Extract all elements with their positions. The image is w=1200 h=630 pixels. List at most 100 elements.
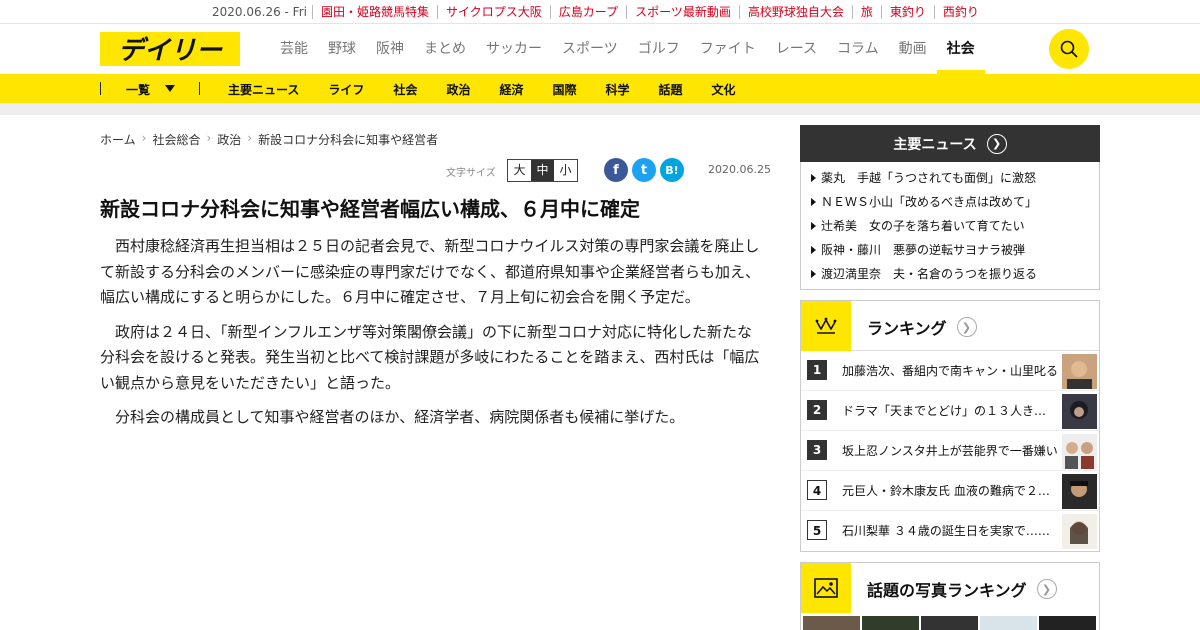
main-news-link[interactable]: 阪神・藤川 悪夢の逆転サヨナラ被弾 xyxy=(821,243,1025,257)
font-size-large-button[interactable]: 大 xyxy=(508,160,531,181)
article-paragraph: 分科会の構成員として知事や経営者のほか、経済学者、病院関係者も候補に挙げた。 xyxy=(115,408,685,426)
divider xyxy=(199,82,200,95)
breadcrumb: ホーム › 社会総合 › 政治 › 新設コロナ分科会に知事や経営者 xyxy=(100,131,438,148)
ranking-item-title[interactable]: 加藤浩次、番組内で南キャン・山里叱る xyxy=(842,362,1058,379)
triangle-right-icon xyxy=(811,174,816,182)
breadcrumb-item[interactable]: 政治 xyxy=(217,131,241,148)
triangle-right-icon xyxy=(811,246,816,254)
main-news-item[interactable]: ＮＥＷＳ小山「改めるべき点は改めて」 xyxy=(801,190,1099,214)
ranking-header[interactable]: ランキング ❯ xyxy=(801,301,1099,351)
search-icon xyxy=(1060,40,1078,58)
subnav-item[interactable]: 話題 xyxy=(659,81,683,98)
subnav-item[interactable]: 文化 xyxy=(712,81,736,98)
photo-thumbnail[interactable] xyxy=(1039,616,1096,630)
divider xyxy=(100,82,101,95)
top-link[interactable]: サイクロプス大阪 xyxy=(437,5,550,19)
chevron-down-icon[interactable] xyxy=(165,85,175,92)
main-news-link[interactable]: 渡辺満里奈 夫・名倉のうつを振り返る xyxy=(821,267,1037,281)
sub-nav-items: 主要ニュース ライフ 社会 政治 経済 国際 科学 話題 文化 xyxy=(228,81,765,98)
photo-thumbnail[interactable] xyxy=(980,616,1037,630)
nav-item-matome[interactable]: まとめ xyxy=(414,24,476,74)
article-paragraph: 政府は２４日、「新型インフルエンザ等対策閣僚会議」の下に新型コロナ対応に特化した… xyxy=(100,322,760,392)
subnav-item[interactable]: 経済 xyxy=(499,81,523,98)
main-news-item[interactable]: 渡辺満里奈 夫・名倉のうつを振り返る xyxy=(801,262,1099,286)
nav-item-golf[interactable]: ゴルフ xyxy=(628,24,690,74)
triangle-right-icon xyxy=(811,198,816,206)
main-news-item[interactable]: 薬丸 手越「うつされても面倒」に激怒 xyxy=(801,166,1099,190)
subnav-item[interactable]: 主要ニュース xyxy=(228,81,299,98)
photo-ranking-title[interactable]: 話題の写真ランキング xyxy=(867,577,1027,601)
top-link[interactable]: スポーツ最新動画 xyxy=(626,5,739,19)
subnav-item[interactable]: 国際 xyxy=(552,81,576,98)
nav-item-sports[interactable]: スポーツ xyxy=(552,24,628,74)
subnav-item[interactable]: 科学 xyxy=(605,81,629,98)
subnav-item[interactable]: ライフ xyxy=(328,81,364,98)
nav-item-soccer[interactable]: サッカー xyxy=(476,24,552,74)
ranking-item[interactable]: 3 坂上忍ノンスタ井上が芸能界で一番嫌い xyxy=(801,431,1099,471)
hatena-icon: B! xyxy=(665,163,679,177)
hatena-bookmark-button[interactable]: B! xyxy=(660,158,684,182)
main-news-item[interactable]: 阪神・藤川 悪夢の逆転サヨナラ被弾 xyxy=(801,238,1099,262)
nav-item-hanshin[interactable]: 阪神 xyxy=(366,24,414,74)
top-link[interactable]: 広島カープ xyxy=(549,5,626,19)
ranking-item[interactable]: 1 加藤浩次、番組内で南キャン・山里叱る xyxy=(801,351,1099,391)
main-news-link[interactable]: 薬丸 手越「うつされても面倒」に激怒 xyxy=(821,171,1036,185)
ranking-thumbnail[interactable] xyxy=(1062,394,1097,429)
daily-logo[interactable]: デイリー xyxy=(100,32,240,66)
ranking-item-title[interactable]: 石川梨華 ３４歳の誕生日を実家で…… xyxy=(842,522,1058,539)
twitter-share-button[interactable]: t xyxy=(632,158,656,182)
sidebar-main-news: 主要ニュース ❯ 薬丸 手越「うつされても面倒」に激怒 ＮＥＷＳ小山「改めるべき… xyxy=(800,125,1100,290)
ranking-item[interactable]: 2 ドラマ「天までとどけ」の１３人きょうだい xyxy=(801,391,1099,431)
main-nav: 芸能 野球 阪神 まとめ サッカー スポーツ ゴルフ ファイト レース コラム … xyxy=(270,24,985,74)
nav-item-fight[interactable]: ファイト xyxy=(690,24,766,74)
main-news-title: 主要ニュース xyxy=(893,136,977,153)
top-strip: 2020.06.26 - Fri 園田・姫路競馬特集 サイクロプス大阪 広島カー… xyxy=(0,0,1200,24)
nav-item-race[interactable]: レース xyxy=(766,24,827,74)
chevron-right-icon: ❯ xyxy=(1036,579,1057,599)
ranking-item-title[interactable]: 元巨人・鈴木康友氏 血液の難病で２度目の xyxy=(842,482,1058,499)
breadcrumb-current: 新設コロナ分科会に知事や経営者 xyxy=(258,133,439,147)
ranking-thumbnail[interactable] xyxy=(1062,514,1097,549)
header-spacer xyxy=(0,103,1200,115)
ranking-thumbnail[interactable] xyxy=(1062,354,1097,389)
top-link[interactable]: 園田・姫路競馬特集 xyxy=(312,5,437,19)
chevron-right-icon: ❯ xyxy=(986,133,1007,154)
ranking-box: ランキング ❯ 1 加藤浩次、番組内で南キャン・山里叱る 2 ドラマ「天までとど… xyxy=(800,300,1100,552)
search-button[interactable] xyxy=(1049,29,1089,69)
main-news-header[interactable]: 主要ニュース ❯ xyxy=(800,125,1100,162)
ranking-item[interactable]: 5 石川梨華 ３４歳の誕生日を実家で…… xyxy=(801,511,1099,551)
font-size-small-button[interactable]: 小 xyxy=(554,160,577,181)
triangle-right-icon xyxy=(811,270,816,278)
subnav-item[interactable]: 社会 xyxy=(393,81,417,98)
current-date: 2020.06.26 - Fri xyxy=(212,5,307,19)
breadcrumb-item[interactable]: 社会総合 xyxy=(152,131,200,148)
main-news-link[interactable]: 辻希美 女の子を落ち着いて育てたい xyxy=(821,219,1025,233)
breadcrumb-home[interactable]: ホーム xyxy=(100,131,136,148)
site-header: デイリー 芸能 野球 阪神 まとめ サッカー スポーツ ゴルフ ファイト レース… xyxy=(0,24,1200,74)
top-link[interactable]: 旅 xyxy=(851,5,881,19)
chevron-right-icon: ❯ xyxy=(956,317,977,337)
subnav-item[interactable]: 政治 xyxy=(446,81,470,98)
ranking-item[interactable]: 4 元巨人・鈴木康友氏 血液の難病で２度目の xyxy=(801,471,1099,511)
nav-item-video[interactable]: 動画 xyxy=(889,24,937,74)
top-link[interactable]: 西釣り xyxy=(933,5,987,19)
photo-thumbnail[interactable] xyxy=(921,616,978,630)
top-link[interactable]: 高校野球独自大会 xyxy=(738,5,852,19)
nav-item-yakyu[interactable]: 野球 xyxy=(318,24,366,74)
rank-number: 1 xyxy=(807,360,827,380)
ranking-thumbnail[interactable] xyxy=(1062,474,1097,509)
ranking-item-title[interactable]: ドラマ「天までとどけ」の１３人きょうだい xyxy=(842,402,1058,419)
main-news-link[interactable]: ＮＥＷＳ小山「改めるべき点は改めて」 xyxy=(821,195,1037,209)
nav-item-geino[interactable]: 芸能 xyxy=(270,24,318,74)
list-dropdown-label[interactable]: 一覧 xyxy=(126,81,150,98)
nav-item-shakai[interactable]: 社会 xyxy=(936,24,985,74)
facebook-share-button[interactable]: f xyxy=(604,158,628,182)
ranking-thumbnail[interactable] xyxy=(1062,434,1097,469)
main-news-item[interactable]: 辻希美 女の子を落ち着いて育てたい xyxy=(801,214,1099,238)
top-link[interactable]: 東釣り xyxy=(880,5,934,19)
photo-thumbnail[interactable] xyxy=(803,616,860,630)
font-size-medium-button[interactable]: 中 xyxy=(531,160,554,181)
photo-thumbnail[interactable] xyxy=(862,616,919,630)
nav-item-column[interactable]: コラム xyxy=(827,24,889,74)
ranking-item-title[interactable]: 坂上忍ノンスタ井上が芸能界で一番嫌い xyxy=(842,442,1058,459)
